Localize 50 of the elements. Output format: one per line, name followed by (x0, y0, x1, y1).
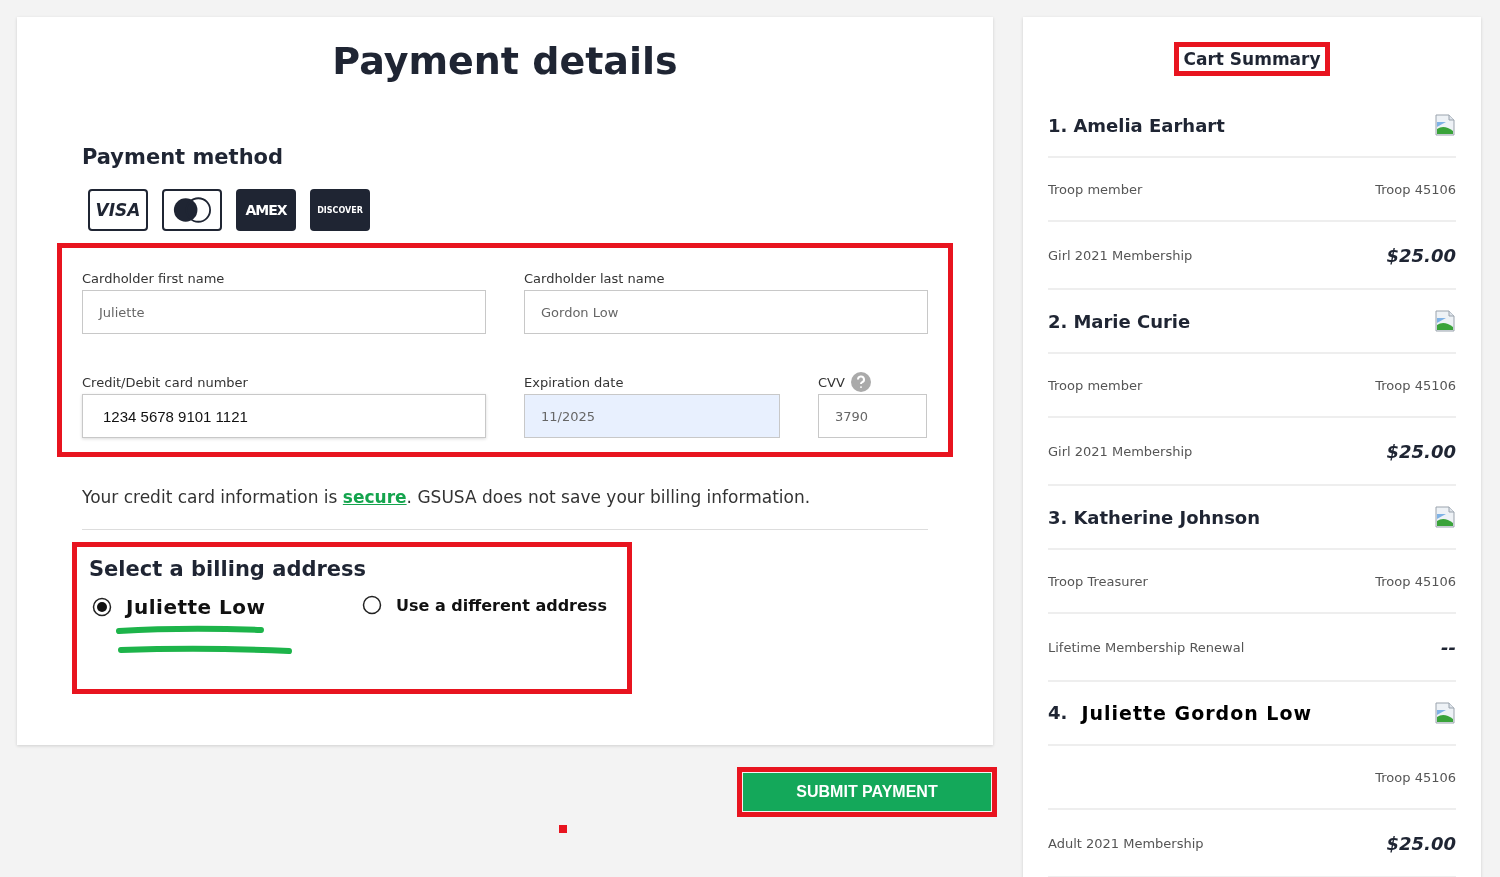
member-name: Katherine Johnson (1073, 506, 1261, 528)
page-title: Payment details (331, 39, 679, 83)
item-price: -- (1441, 636, 1456, 658)
item-label: Girl 2021 Membership (1048, 247, 1193, 263)
item-number: 1. (1048, 114, 1068, 136)
discover-logo[interactable]: DISCOVER (310, 189, 370, 231)
input-field[interactable]: 1234 5678 9101 1121 (82, 394, 486, 438)
item-number: 2. (1048, 310, 1068, 332)
broken-image-icon (1434, 506, 1456, 528)
item-price: $25.00 (1386, 244, 1456, 266)
troop-label: Troop 45106 (1375, 769, 1456, 785)
field-label: CVV (818, 374, 845, 390)
radio-button[interactable] (92, 597, 112, 617)
item-label: Troop Treasurer (1048, 573, 1148, 589)
member-name: Amelia Earhart (1073, 114, 1225, 136)
cart-title: Cart Summary (1174, 42, 1330, 76)
item-number: 4. (1048, 702, 1068, 724)
radio-button[interactable] (362, 595, 382, 615)
troop-label: Troop 45106 (1375, 181, 1456, 197)
section-heading: Payment method (82, 145, 285, 169)
item-price: $25.00 (1386, 832, 1456, 854)
item-price: $25.00 (1386, 440, 1456, 462)
radio-label[interactable]: Juliette Low (126, 595, 266, 619)
troop-label: Troop 45106 (1375, 377, 1456, 393)
item-label: Troop member (1048, 377, 1143, 393)
input-field[interactable]: Gordon Low (524, 290, 928, 334)
radio-label[interactable]: Use a different address (396, 595, 607, 615)
field-label: Cardholder last name (524, 270, 665, 286)
item-label: Girl 2021 Membership (1048, 443, 1193, 459)
member-name: Juliette Gordon Low (1081, 702, 1313, 724)
item-number: 3. (1048, 506, 1068, 528)
member-name: Marie Curie (1073, 310, 1191, 332)
security-notice: Your credit card information is secure. GSUSA does not save your billing information. (82, 487, 812, 507)
broken-image-icon (1434, 310, 1456, 332)
input-field[interactable]: Juliette (82, 290, 486, 334)
section-heading: Select a billing address (89, 557, 368, 581)
visa-logo[interactable]: VISA (88, 189, 148, 231)
item-label: Troop member (1048, 181, 1143, 197)
input-field[interactable]: 3790 (818, 394, 927, 438)
troop-label: Troop 45106 (1375, 573, 1456, 589)
field-label: Cardholder first name (82, 270, 225, 286)
amex-logo[interactable]: AMEX (236, 189, 296, 231)
broken-image-icon (1434, 114, 1456, 136)
field-label: Credit/Debit card number (82, 374, 248, 390)
input-field[interactable]: 11/2025 (524, 394, 780, 438)
item-label: Adult 2021 Membership (1048, 835, 1204, 851)
field-label: Expiration date (524, 374, 624, 390)
item-label: Lifetime Membership Renewal (1048, 639, 1245, 655)
mastercard-logo-icon[interactable] (162, 189, 222, 231)
broken-image-icon (1434, 702, 1456, 724)
